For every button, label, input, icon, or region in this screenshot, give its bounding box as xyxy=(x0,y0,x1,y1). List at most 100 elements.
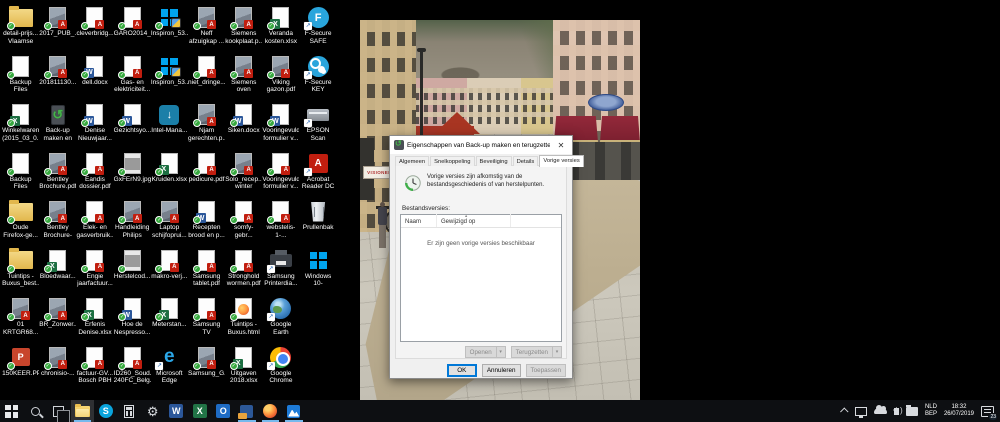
desktop-icon[interactable]: Viking gazon.pdf xyxy=(262,55,299,104)
desktop-icon[interactable]: webstelis-1-... xyxy=(262,200,299,249)
desktop-icon[interactable]: chronisio-... xyxy=(39,346,76,395)
desktop-icon[interactable]: GxFErN9.jpg xyxy=(114,152,151,201)
desktop-icon[interactable]: EPSON Scan xyxy=(300,103,337,152)
desktop-icon[interactable]: Meterstan... xyxy=(151,297,188,346)
desktop-icon[interactable]: Back-up maken en t... xyxy=(39,103,76,152)
restore-dropdown-icon[interactable]: ▾ xyxy=(552,347,561,357)
desktop-icon[interactable]: Handleiding Philips 591... xyxy=(114,200,151,249)
desktop-icon[interactable]: Herstelcod... xyxy=(114,249,151,298)
desktop-icon[interactable]: Eandis dossier.pdf xyxy=(76,152,113,201)
desktop-icon[interactable]: dell.docx xyxy=(76,55,113,104)
desktop-icon[interactable]: Prullenbak xyxy=(300,200,337,249)
ok-button[interactable]: OK xyxy=(446,364,477,377)
task-view-button[interactable] xyxy=(47,400,71,422)
desktop-icon[interactable]: Neff afzuigkap ... xyxy=(188,6,225,55)
tab-details[interactable]: Details xyxy=(512,156,539,166)
desktop-icon[interactable]: Bentley Brochure-2... xyxy=(39,200,76,249)
desktop-icon[interactable]: 2017_PUB_... xyxy=(39,6,76,55)
desktop-icon[interactable]: somfy-gebr... xyxy=(225,200,262,249)
desktop-icon[interactable]: Gas- en elektriciteit... xyxy=(114,55,151,104)
dialog-titlebar[interactable]: Eigenschappen van Back-up maken en terug… xyxy=(390,136,572,154)
word[interactable]: W xyxy=(165,400,189,422)
desktop-icon[interactable]: Inspiron_53... xyxy=(151,55,188,104)
desktop-icon[interactable]: Siemens oven gebrui... xyxy=(225,55,262,104)
open-split-button[interactable]: Openen ▾ xyxy=(464,346,506,358)
display-tray-icon[interactable] xyxy=(854,400,867,422)
desktop-icon[interactable]: 201811130... xyxy=(39,55,76,104)
desktop-icon[interactable]: Acrobat Reader DC xyxy=(300,152,337,201)
desktop-icon[interactable]: Engie jaarfactuur... xyxy=(76,249,113,298)
tab-algemeen[interactable]: Algemeen xyxy=(395,156,430,166)
desktop-icon[interactable]: Bentley Brochure.pdf xyxy=(39,152,76,201)
desktop-icon[interactable]: Samsung Printerdia... xyxy=(262,249,299,298)
desktop-icon[interactable]: Siemens kookplaat.p... xyxy=(225,6,262,55)
desktop-icon[interactable]: Tuintips - Buxus_best... xyxy=(2,248,39,298)
desktop-icon[interactable]: 150KEER.PPS xyxy=(2,346,39,395)
desktop-icon[interactable]: Inspiron_53... xyxy=(151,6,188,55)
excel[interactable]: X xyxy=(188,400,212,422)
action-center-icon[interactable]: 23 xyxy=(981,400,998,422)
desktop-icon[interactable]: Winkelwaren (2015_03_0... xyxy=(2,103,39,152)
clock[interactable]: 18:32 26/07/2019 xyxy=(944,400,974,422)
search-button[interactable] xyxy=(24,400,48,422)
language-indicator[interactable]: NLD BEP xyxy=(925,400,937,422)
desktop-icon[interactable]: 01 KRTGR68... xyxy=(2,297,39,346)
open-dropdown-icon[interactable]: ▾ xyxy=(495,347,505,357)
desktop-icon[interactable]: Uitgaven 2018.xlsx xyxy=(225,346,262,395)
desktop-icon[interactable]: Siken.docx xyxy=(225,103,262,152)
desktop-icon[interactable]: Google Chrome xyxy=(262,346,299,395)
desktop-icon[interactable]: Bloedwaar... xyxy=(39,249,76,298)
apply-button[interactable]: Toepassen xyxy=(525,364,566,377)
desktop-icon[interactable]: Backup Files 2019-07-22 ... xyxy=(2,152,39,201)
desktop-icon[interactable]: Intel-Mana... xyxy=(151,103,188,152)
desktop-icon[interactable]: Gezichtsyo... xyxy=(114,103,151,152)
desktop-icon[interactable]: Vooringevuld formulier v... xyxy=(262,103,299,152)
tab-snelkoppeling[interactable]: Snelkoppeling xyxy=(430,156,475,166)
file-explorer[interactable] xyxy=(70,400,94,422)
desktop-icon[interactable]: Stronghold wormen.pdf xyxy=(225,249,262,298)
desktop-icon[interactable]: Microsoft Edge xyxy=(151,346,188,395)
desktop-icon[interactable]: Vooringevuld formulier v... xyxy=(262,152,299,201)
desktop-icon[interactable]: Samsung TV UE48H8005... xyxy=(188,297,225,346)
close-icon[interactable]: ✕ xyxy=(550,136,572,154)
onedrive-cloud-icon[interactable] xyxy=(873,400,887,422)
desktop-icon[interactable]: Samsung tablet.pdf xyxy=(188,249,225,298)
desktop-icon[interactable]: Denise Nieuwjaar... xyxy=(76,103,113,152)
desktop-icon[interactable]: niet_dringe... xyxy=(188,55,225,104)
desktop-icon[interactable]: Tuintips - Buxus.html xyxy=(225,297,262,346)
cancel-button[interactable]: Annuleren xyxy=(481,364,521,377)
column-header-gewijzigd-op[interactable]: ▴ Gewijzigd op xyxy=(437,213,511,227)
photos[interactable] xyxy=(282,400,306,422)
skype[interactable]: S xyxy=(94,400,118,422)
tab-vorige-versies[interactable]: Vorige versies xyxy=(539,155,584,167)
desktop-icon[interactable]: Google Earth Pro xyxy=(262,297,299,346)
desktop-icon[interactable]: Erfenis Denise.xlsx xyxy=(76,297,113,346)
desktop-icon[interactable]: Samsung_G... xyxy=(188,346,225,395)
tab-beveiliging[interactable]: Beveiliging xyxy=(475,156,512,166)
firefox[interactable] xyxy=(259,400,283,422)
calculator[interactable] xyxy=(118,400,142,422)
outlook[interactable]: O xyxy=(212,400,236,422)
desktop-icon[interactable]: ID260_Soud... 240FC_Belg... xyxy=(114,346,151,395)
desktop-icon[interactable]: Recepten brood en p... xyxy=(188,200,225,249)
desktop-icon[interactable]: Windows 10-updatea... xyxy=(300,249,337,298)
restore-split-button[interactable]: Terugzetten ▾ xyxy=(510,346,562,358)
desktop-icon[interactable]: Elek- en gasverbruik... xyxy=(76,200,113,249)
desktop-icon[interactable]: F-Secure KEY xyxy=(300,55,337,104)
desktop-icon[interactable]: Laptop schijfoprui... xyxy=(151,200,188,249)
desktop-icon[interactable]: Hoe de Nespresso... xyxy=(114,297,151,346)
desktop-icon[interactable]: cleverbridg... xyxy=(76,6,113,55)
explorer-tray-icon[interactable] xyxy=(905,400,918,422)
desktop-icon[interactable]: Solo_recep... winter 2018... xyxy=(225,152,262,201)
desktop-icon[interactable]: Oude Firefox-ge... xyxy=(2,199,39,249)
volume-icon[interactable] xyxy=(893,400,903,422)
desktop-icon[interactable]: F-Secure SAFE xyxy=(300,6,337,55)
desktop-icon[interactable]: Njam gerechten.p... xyxy=(188,103,225,152)
versions-listview[interactable]: Naam ▴ Gewijzigd op Er zijn geen vorige … xyxy=(400,213,562,342)
desktop-icon[interactable]: Kruiden.xlsx xyxy=(151,152,188,201)
desktop-icon[interactable]: BR_Zonwer... xyxy=(39,297,76,346)
settings[interactable]: ⚙ xyxy=(141,400,165,422)
desktop-icon[interactable]: detail-prijs... Vlaamse en... xyxy=(2,5,39,55)
desktop-icon[interactable]: Backup Files 2019-07-26 ... xyxy=(2,55,39,104)
desktop-icon[interactable]: GARO2014_... xyxy=(114,6,151,55)
